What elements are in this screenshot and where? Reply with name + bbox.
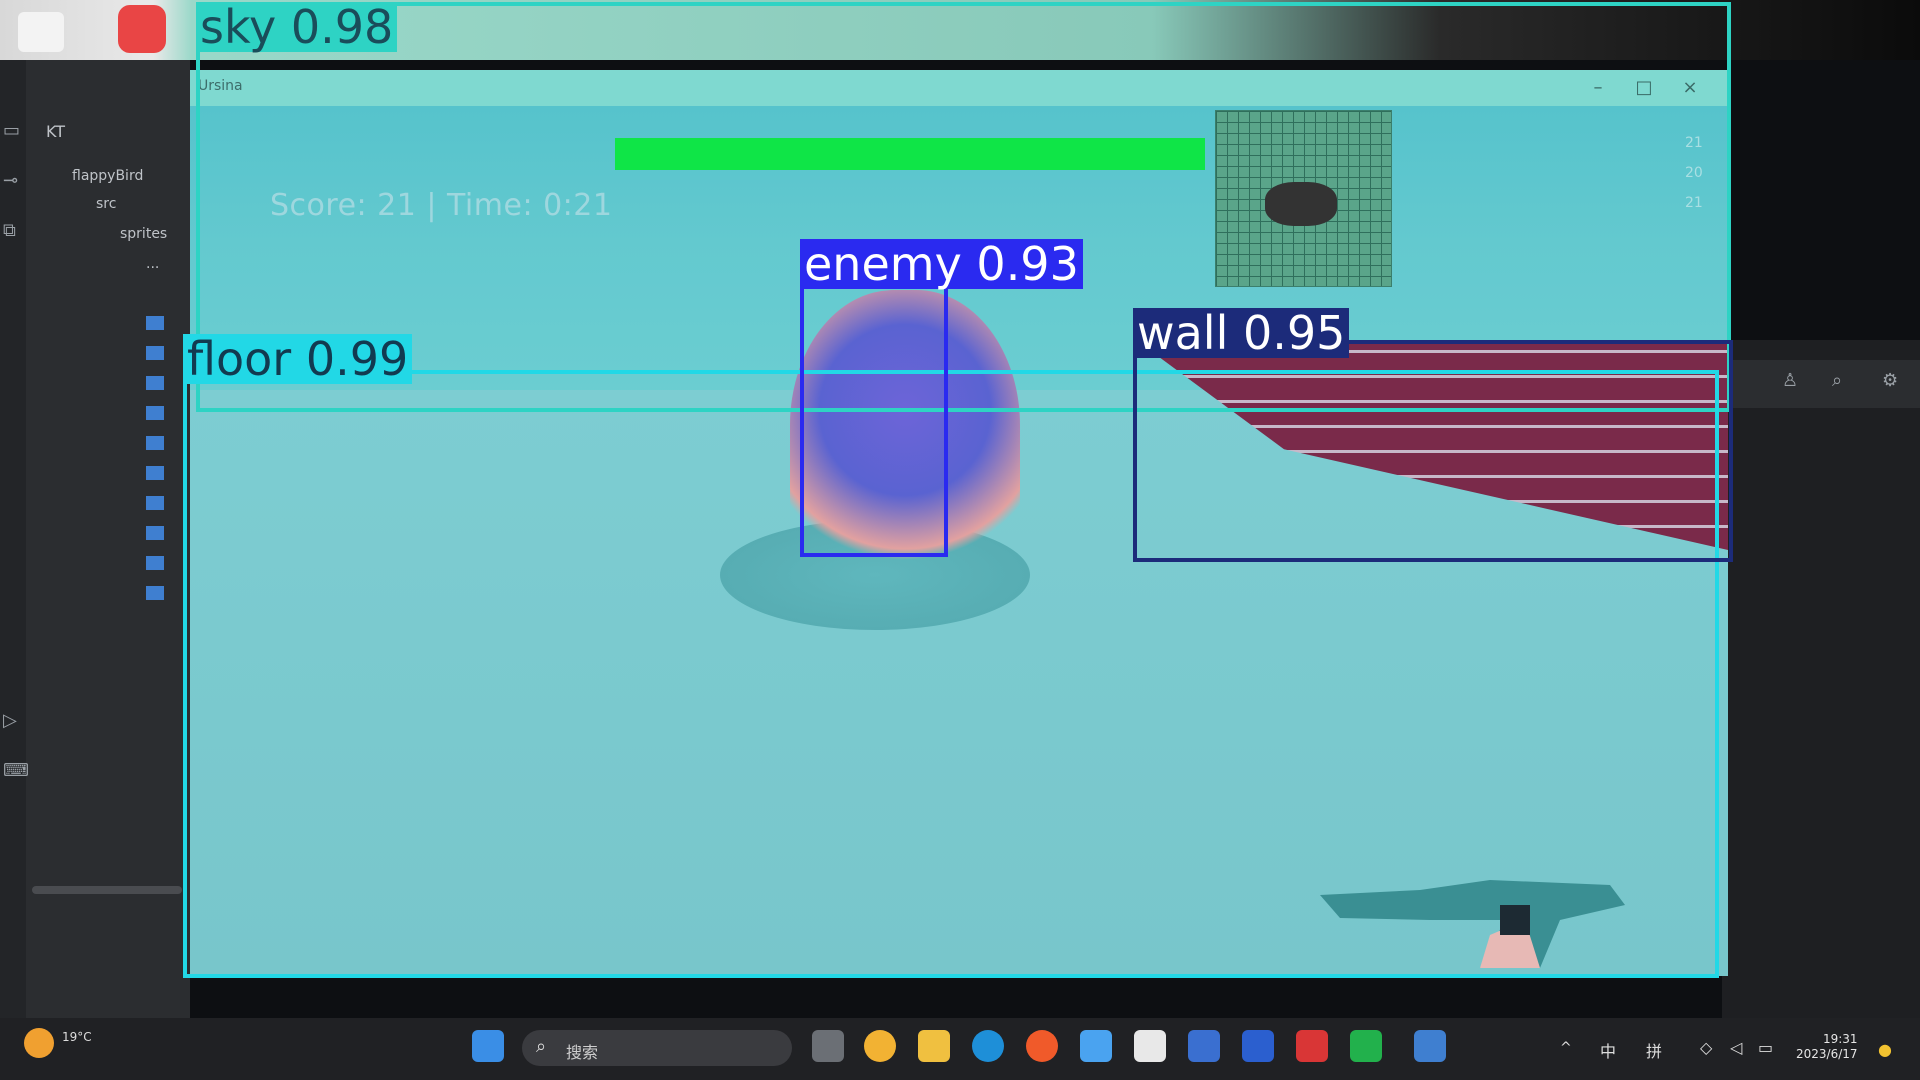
run-icon[interactable]: ▷ (3, 710, 17, 731)
commit-icon[interactable]: ⊸ (3, 170, 18, 191)
ide-right-toolbar: ♙ ⌕ ⚙ (1722, 360, 1920, 408)
detection-label-enemy: enemy 0.93 (800, 239, 1083, 289)
taskbar: 19°C (0, 1018, 1920, 1080)
user-icon[interactable]: ♙ (1782, 370, 1798, 391)
detection-box-enemy: enemy 0.93 (800, 239, 1083, 557)
weather-text[interactable]: 19°C (62, 1030, 92, 1044)
volume-icon[interactable]: ◁ (1730, 1038, 1742, 1057)
wps-icon[interactable] (1296, 1030, 1328, 1062)
detection-label-floor: floor 0.99 (183, 334, 413, 384)
network-icon[interactable]: ◇ (1700, 1038, 1712, 1057)
ide-project-panel: KT flappyBird src sprites ... (0, 60, 190, 1020)
python-file-icons (146, 316, 164, 616)
ide-project-label[interactable]: KT (46, 122, 65, 141)
app-icon-red[interactable] (118, 5, 166, 53)
windows-start-icon[interactable] (472, 1030, 504, 1062)
search-icon: ⌕ (536, 1036, 547, 1057)
ime-indicator[interactable]: 中 (1600, 1038, 1616, 1062)
search-icon[interactable]: ⌕ (1832, 370, 1842, 391)
taskbar-search[interactable] (522, 1030, 792, 1066)
notification-bell-icon[interactable]: ● (1878, 1040, 1892, 1059)
taskbar-clock[interactable]: 19:31 2023/6/17 (1796, 1032, 1858, 1062)
ime-mode[interactable]: 拼 (1646, 1038, 1662, 1062)
search-placeholder: 搜索 (566, 1043, 599, 1062)
clock-date: 2023/6/17 (1796, 1047, 1858, 1061)
app-icon-white[interactable] (18, 12, 64, 52)
clock-time: 19:31 (1822, 1032, 1858, 1046)
folder-icon[interactable]: ▭ (3, 120, 20, 141)
detection-box-wall: wall 0.95 (1133, 308, 1733, 562)
vscode-icon[interactable] (1242, 1030, 1274, 1062)
weather-icon[interactable] (24, 1028, 54, 1058)
ide-tree-item[interactable]: ... (146, 256, 159, 272)
file-explorer-icon[interactable] (918, 1030, 950, 1062)
ide-tree-item[interactable]: src (96, 196, 116, 212)
edge-icon[interactable] (972, 1030, 1004, 1062)
battery-icon[interactable]: ▭ (1758, 1038, 1773, 1057)
ide-activity-bar: ▭ ⊸ ⧉ ▷ ⌨ (0, 60, 29, 1020)
remote-icon[interactable] (1188, 1030, 1220, 1062)
tray-chevron-icon[interactable]: ^ (1560, 1040, 1572, 1056)
ide-tree-item[interactable]: sprites (120, 226, 167, 242)
pycharm-icon[interactable] (1350, 1030, 1382, 1062)
terminal-icon[interactable]: ⌨ (3, 760, 29, 781)
ide-editor-right (1722, 340, 1920, 1020)
ide-tree-item[interactable]: flappyBird (72, 168, 143, 184)
python-icon[interactable] (1414, 1030, 1446, 1062)
detection-label-wall: wall 0.95 (1133, 308, 1350, 358)
task-view-icon[interactable] (812, 1030, 844, 1062)
structure-icon[interactable]: ⧉ (3, 220, 16, 241)
gear-icon[interactable]: ⚙ (1882, 370, 1898, 391)
notes-icon[interactable] (1134, 1030, 1166, 1062)
store-icon[interactable] (1080, 1030, 1112, 1062)
ide-scrollbar[interactable] (32, 886, 182, 894)
app-lightning-icon[interactable] (864, 1030, 896, 1062)
detection-label-sky: sky 0.98 (196, 2, 398, 52)
firefox-icon[interactable] (1026, 1030, 1058, 1062)
